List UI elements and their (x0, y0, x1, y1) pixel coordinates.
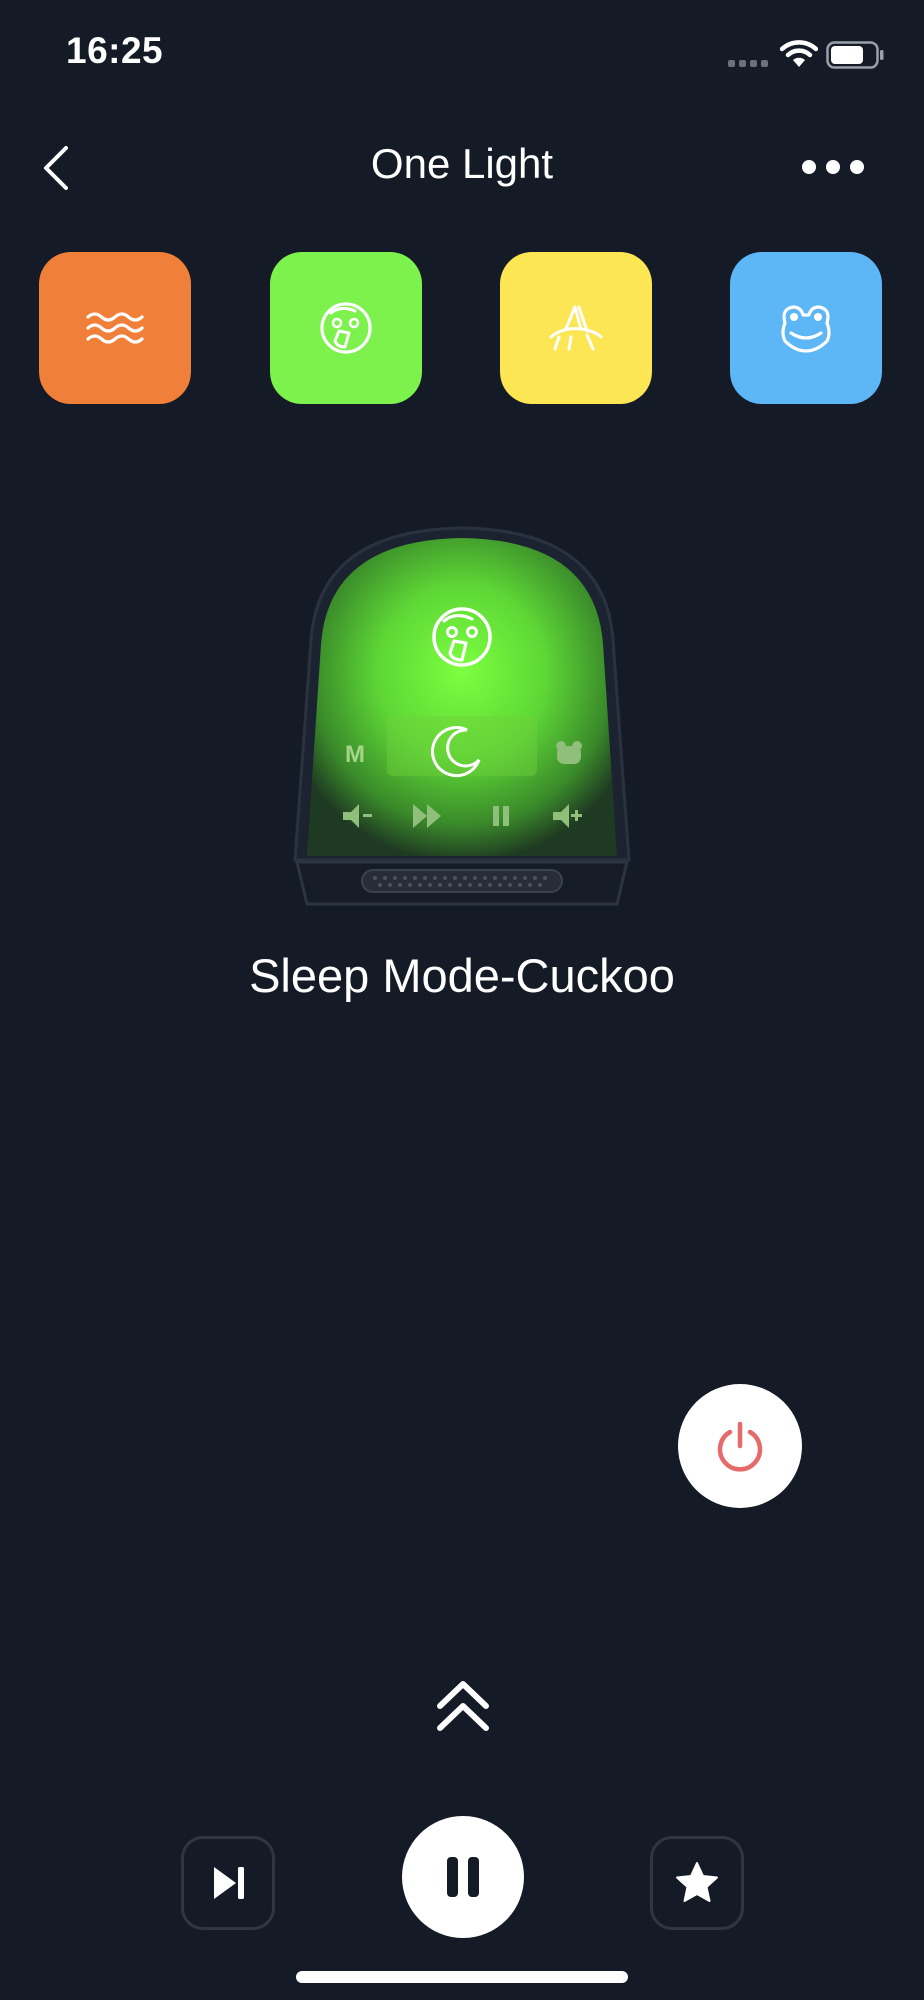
sound-tile-waves[interactable] (39, 252, 191, 404)
current-mode-label: Sleep Mode-Cuckoo (249, 949, 675, 1002)
svg-text:M: M (345, 741, 365, 768)
power-icon (717, 1421, 763, 1472)
wifi-icon (779, 40, 819, 70)
skip-next-icon (214, 1867, 244, 1899)
sound-tile-cuckoo[interactable] (270, 252, 422, 404)
sound-tile-cricket[interactable] (500, 252, 652, 404)
cellular-signal-icon (728, 60, 770, 68)
next-track-button[interactable] (181, 1836, 275, 1930)
cuckoo-bird-icon (320, 302, 372, 354)
expand-panel-button[interactable] (432, 1676, 494, 1736)
page-title: One Light (370, 140, 554, 187)
star-icon (676, 1862, 718, 1902)
more-options-button[interactable] (796, 150, 868, 186)
pause-icon (447, 1857, 479, 1897)
favorite-button[interactable] (650, 1836, 744, 1930)
battery-icon (826, 41, 884, 69)
back-button[interactable] (32, 138, 82, 198)
pause-button[interactable] (402, 1816, 524, 1938)
power-button[interactable] (678, 1384, 802, 1508)
double-chevron-up-icon (437, 1681, 489, 1731)
cricket-icon (549, 305, 603, 351)
frog-icon (781, 305, 831, 353)
chevron-left-icon (44, 146, 68, 190)
device-preview: M (285, 520, 639, 910)
sound-tile-frog[interactable] (730, 252, 882, 404)
home-indicator (296, 1971, 628, 1983)
status-time: 16:25 (66, 30, 164, 71)
waves-icon (86, 312, 144, 344)
